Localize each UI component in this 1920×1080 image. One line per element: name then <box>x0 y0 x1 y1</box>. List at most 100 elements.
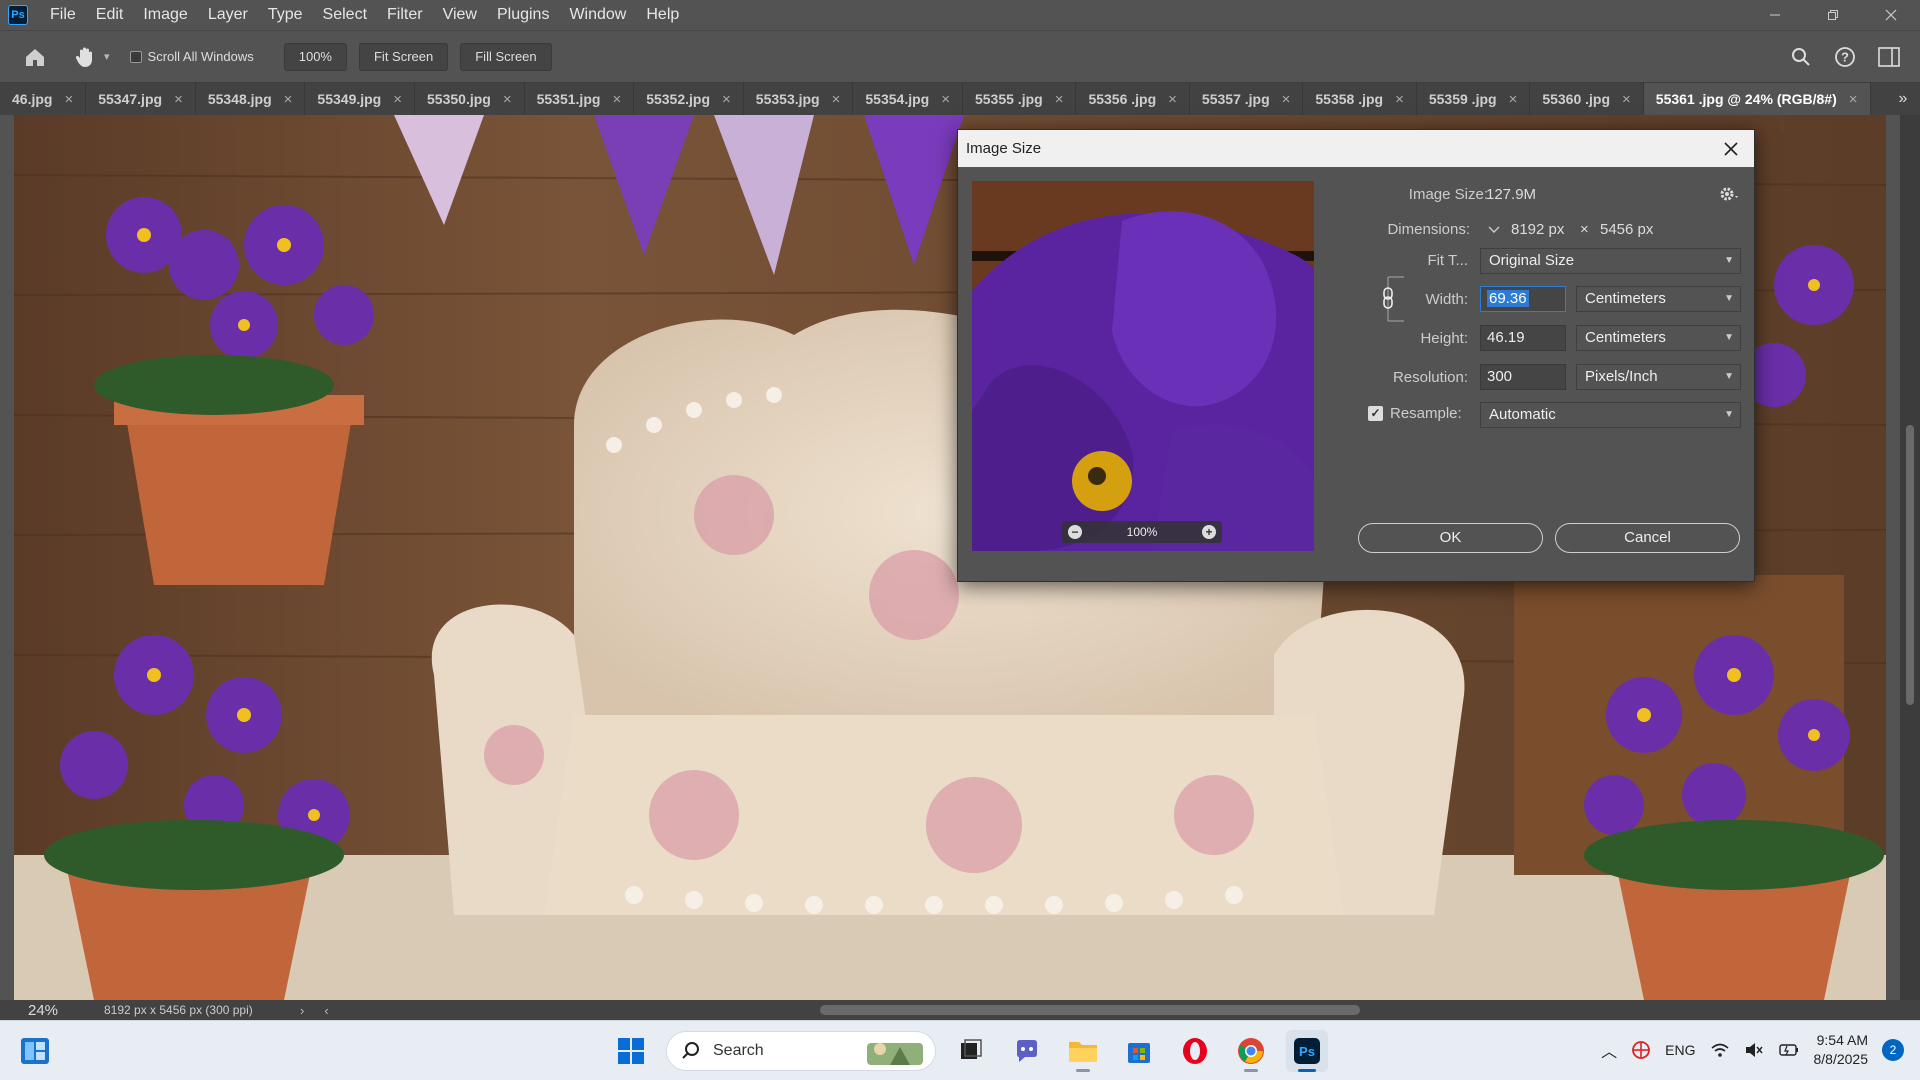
workspace-button[interactable] <box>1874 42 1904 72</box>
teams-chat-button[interactable] <box>1006 1030 1048 1072</box>
clock[interactable]: 9:54 AM 8/8/2025 <box>1814 1031 1869 1069</box>
scroll-all-windows-checkbox[interactable]: Scroll All Windows <box>129 49 254 64</box>
menu-select[interactable]: Select <box>313 0 377 30</box>
menu-view[interactable]: View <box>433 0 487 30</box>
tab-close-icon[interactable]: × <box>1168 91 1177 108</box>
menu-file[interactable]: File <box>40 0 86 30</box>
chevron-down-icon[interactable]: ▾ <box>104 50 110 63</box>
vpn-icon[interactable] <box>1631 1040 1651 1060</box>
tab-document[interactable]: 46.jpg × <box>0 83 87 115</box>
menu-type[interactable]: Type <box>258 0 313 30</box>
store-button[interactable] <box>1118 1030 1160 1072</box>
tab-close-icon[interactable]: × <box>941 91 950 108</box>
dimensions-unit-dropdown[interactable] <box>1485 220 1503 238</box>
menu-plugins[interactable]: Plugins <box>487 0 559 30</box>
tab-document[interactable]: 55348.jpg × <box>196 83 306 115</box>
tab-document[interactable]: 55353.jpg × <box>744 83 854 115</box>
start-button[interactable] <box>610 1030 652 1072</box>
tab-close-icon[interactable]: × <box>1622 91 1631 108</box>
width-input[interactable]: 69.36 <box>1480 286 1566 312</box>
width-unit-dropdown[interactable]: Centimeters ▼ <box>1576 286 1741 312</box>
cancel-button[interactable]: Cancel <box>1555 523 1740 553</box>
tab-document[interactable]: 55356 .jpg × <box>1076 83 1190 115</box>
zoom-in-button[interactable]: + <box>1201 525 1216 539</box>
zoom-100-button[interactable]: 100% <box>283 42 347 71</box>
task-view-button[interactable] <box>950 1030 992 1072</box>
tab-document[interactable]: 55350.jpg × <box>415 83 525 115</box>
tab-document-active[interactable]: 55361 .jpg @ 24% (RGB/8#) × <box>1643 83 1871 115</box>
tab-document[interactable]: 55349.jpg × <box>305 83 416 115</box>
notification-badge[interactable]: 2 <box>1882 1039 1904 1061</box>
search-button[interactable] <box>1786 42 1816 72</box>
chrome-button[interactable] <box>1230 1030 1272 1072</box>
resample-dropdown[interactable]: Automatic ▼ <box>1480 402 1741 428</box>
home-button[interactable] <box>20 42 50 72</box>
wifi-icon[interactable] <box>1710 1041 1730 1059</box>
tab-document[interactable]: 55359 .jpg × <box>1417 83 1531 115</box>
menu-window[interactable]: Window <box>559 0 636 30</box>
tab-document[interactable]: 55354.jpg × <box>853 83 963 115</box>
tab-close-icon[interactable]: × <box>1395 91 1404 108</box>
widgets-button[interactable] <box>20 1037 50 1065</box>
hand-tool-button[interactable] <box>70 42 100 72</box>
tab-close-icon[interactable]: × <box>722 91 731 108</box>
tab-close-icon[interactable]: × <box>1849 91 1858 108</box>
tab-close-icon[interactable]: × <box>174 91 183 108</box>
checkbox-box[interactable] <box>129 50 142 63</box>
menu-image[interactable]: Image <box>133 0 197 30</box>
horizontal-scrollbar-thumb[interactable] <box>820 1005 1360 1015</box>
tab-close-icon[interactable]: × <box>284 91 293 108</box>
height-unit-dropdown[interactable]: Centimeters ▼ <box>1576 325 1741 351</box>
opera-button[interactable] <box>1174 1030 1216 1072</box>
help-button[interactable]: ? <box>1830 42 1860 72</box>
chevron-left-icon[interactable]: ‹ <box>324 1003 328 1018</box>
image-preview[interactable]: − 100% + <box>972 181 1314 551</box>
minimize-button[interactable] <box>1746 0 1804 30</box>
tab-document[interactable]: 55355 .jpg × <box>963 83 1077 115</box>
tab-close-icon[interactable]: × <box>393 91 402 108</box>
resolution-input[interactable]: 300 <box>1480 364 1566 390</box>
menu-edit[interactable]: Edit <box>86 0 134 30</box>
tab-document[interactable]: 55357 .jpg × <box>1190 83 1304 115</box>
close-window-button[interactable] <box>1862 0 1920 30</box>
vertical-scrollbar[interactable] <box>1900 115 1920 1000</box>
language-indicator[interactable]: ENG <box>1665 1042 1695 1058</box>
tab-close-icon[interactable]: × <box>503 91 512 108</box>
maximize-button[interactable] <box>1804 0 1862 30</box>
tab-close-icon[interactable]: × <box>1055 91 1064 108</box>
tab-document[interactable]: 55351.jpg × <box>525 83 635 115</box>
menu-layer[interactable]: Layer <box>198 0 258 30</box>
chevron-right-icon[interactable]: › <box>300 1003 304 1018</box>
tab-close-icon[interactable]: × <box>832 91 841 108</box>
fit-to-dropdown[interactable]: Original Size ▼ <box>1480 248 1741 274</box>
scrollbar-thumb[interactable] <box>1906 425 1914 705</box>
menu-help[interactable]: Help <box>636 0 689 30</box>
volume-muted-icon[interactable] <box>1744 1041 1764 1059</box>
fit-screen-button[interactable]: Fit Screen <box>358 42 449 71</box>
tab-document[interactable]: 55360 .jpg × <box>1530 83 1644 115</box>
zoom-level[interactable]: 24% <box>0 1002 80 1019</box>
resolution-unit-dropdown[interactable]: Pixels/Inch ▼ <box>1576 364 1741 390</box>
fill-screen-button[interactable]: Fill Screen <box>460 42 552 71</box>
menu-filter[interactable]: Filter <box>377 0 433 30</box>
zoom-out-button[interactable]: − <box>1068 525 1082 539</box>
chevron-up-icon[interactable]: ︿ <box>1601 1038 1617 1062</box>
ok-button[interactable]: OK <box>1358 523 1543 553</box>
more-tabs-button[interactable]: » <box>1886 83 1920 115</box>
height-input[interactable]: 46.19 <box>1480 325 1566 351</box>
taskbar-search[interactable]: Search <box>666 1031 936 1071</box>
resample-checkbox[interactable]: ✓ <box>1368 406 1383 421</box>
tab-document[interactable]: 55358 .jpg × <box>1303 83 1417 115</box>
dialog-titlebar[interactable]: Image Size <box>958 130 1754 167</box>
tab-close-icon[interactable]: × <box>612 91 621 108</box>
tab-close-icon[interactable]: × <box>64 91 73 108</box>
tab-close-icon[interactable]: × <box>1282 91 1291 108</box>
settings-gear-button[interactable] <box>1718 184 1742 204</box>
photoshop-taskbar-button[interactable]: Ps <box>1286 1030 1328 1072</box>
file-explorer-button[interactable] <box>1062 1030 1104 1072</box>
tab-document[interactable]: 55352.jpg × <box>634 83 744 115</box>
battery-icon[interactable] <box>1778 1041 1800 1059</box>
tab-close-icon[interactable]: × <box>1509 91 1518 108</box>
tab-document[interactable]: 55347.jpg × <box>86 83 196 115</box>
dialog-close-button[interactable] <box>1718 136 1744 162</box>
